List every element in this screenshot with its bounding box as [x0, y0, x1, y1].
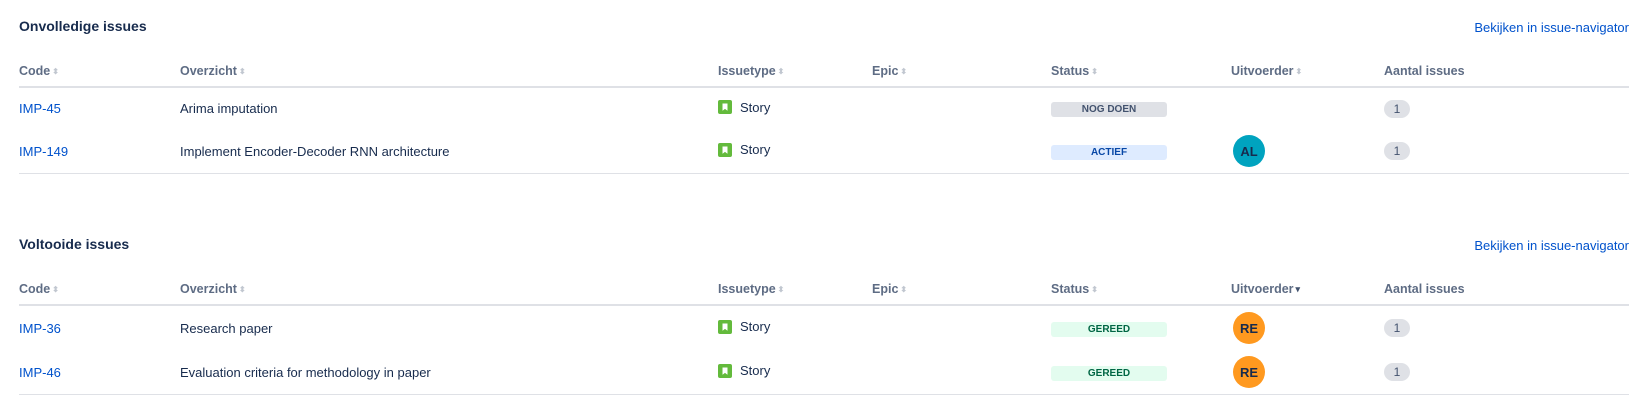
epic-cell — [872, 350, 1051, 395]
incomplete-issues-section: Onvolledige issues Bekijken in issue-nav… — [19, 0, 1629, 174]
sort-icon: ⬍ — [52, 67, 59, 77]
sort-icon: ⬍ — [777, 67, 785, 77]
issue-count-badge: 1 — [1384, 363, 1410, 381]
issues-table: Code ⬍ Overzicht ⬍ Issuetype ⬍ Epic ⬍ Status… — [19, 274, 1629, 395]
issuetype-label: Story — [740, 363, 771, 379]
column-header-epic[interactable]: Epic ⬍ — [872, 274, 1051, 306]
status-lozenge: GEREED — [1051, 321, 1167, 337]
epic-cell — [872, 87, 1051, 129]
avatar[interactable]: RE — [1233, 356, 1265, 388]
completed-issues-section: Voltooide issues Bekijken in issue-navig… — [19, 218, 1629, 395]
issuetype-label: Story — [740, 99, 771, 115]
status-lozenge: ACTIEF — [1051, 144, 1167, 160]
issues-table: Code ⬍ Overzicht ⬍ Issuetype ⬍ Epic ⬍ Status… — [19, 56, 1629, 174]
story-icon — [718, 319, 732, 334]
story-icon — [718, 363, 732, 378]
issue-count-badge: 1 — [1384, 319, 1410, 337]
column-header-status[interactable]: Status ⬍ — [1051, 56, 1231, 88]
story-icon — [718, 100, 732, 115]
issue-count-badge: 1 — [1384, 99, 1410, 118]
status-lozenge: GEREED — [1051, 365, 1167, 381]
column-header-code[interactable]: Code ⬍ — [19, 274, 180, 306]
sort-icon: ⬍ — [1091, 285, 1098, 295]
table-header-row: Code ⬍ Overzicht ⬍ Issuetype ⬍ Epic ⬍ Status… — [19, 274, 1629, 306]
sort-descending-icon: ▾ — [1295, 284, 1301, 295]
view-in-issue-navigator-link[interactable]: Bekijken in issue-navigator — [1474, 20, 1629, 35]
issue-summary: Arima imputation — [180, 101, 278, 116]
issuetype-label: Story — [740, 142, 771, 158]
table-header-row: Code ⬍ Overzicht ⬍ Issuetype ⬍ Epic ⬍ Status… — [19, 56, 1629, 88]
table-row: IMP-45 Arima imputation Story NOG DOEN 1 — [19, 87, 1629, 129]
sort-icon: ⬍ — [777, 285, 785, 295]
table-row: IMP-36 Research paper Story GEREED RE 1 — [19, 305, 1629, 350]
status-lozenge: NOG DOEN — [1051, 102, 1167, 117]
column-header-assignee[interactable]: Uitvoerder ⬍ — [1231, 56, 1384, 88]
issue-key-link[interactable]: IMP-149 — [19, 144, 68, 159]
column-header-issuetype[interactable]: Issuetype ⬍ — [718, 274, 872, 306]
column-header-code[interactable]: Code ⬍ — [19, 56, 180, 88]
avatar[interactable]: RE — [1233, 312, 1265, 344]
table-row: IMP-46 Evaluation criteria for methodolo… — [19, 350, 1629, 395]
column-header-status[interactable]: Status ⬍ — [1051, 274, 1231, 306]
issue-summary: Evaluation criteria for methodology in p… — [180, 350, 718, 395]
sort-icon: ⬍ — [52, 285, 59, 295]
issue-key-link[interactable]: IMP-36 — [19, 321, 61, 336]
issue-key-link[interactable]: IMP-45 — [19, 101, 61, 116]
avatar[interactable]: AL — [1233, 135, 1265, 167]
issue-key-link[interactable]: IMP-46 — [19, 365, 61, 380]
epic-cell — [872, 129, 1051, 174]
sort-icon: ⬍ — [1295, 67, 1303, 77]
sort-icon: ⬍ — [1091, 67, 1098, 77]
view-in-issue-navigator-link[interactable]: Bekijken in issue-navigator — [1474, 238, 1629, 253]
issue-count-badge: 1 — [1384, 142, 1410, 160]
section-header: Onvolledige issues Bekijken in issue-nav… — [19, 0, 1629, 56]
sort-icon: ⬍ — [238, 67, 246, 77]
issuetype-label: Story — [740, 319, 771, 335]
column-header-overview[interactable]: Overzicht ⬍ — [180, 56, 718, 88]
column-header-count: Aantal issues — [1384, 274, 1629, 306]
column-header-count: Aantal issues — [1384, 56, 1629, 88]
sort-icon: ⬍ — [900, 67, 908, 77]
section-header: Voltooide issues Bekijken in issue-navig… — [19, 218, 1629, 274]
assignee-cell — [1231, 87, 1384, 129]
story-icon — [718, 142, 732, 157]
issue-summary: Research paper — [180, 320, 273, 336]
section-title: Voltooide issues — [19, 236, 130, 252]
sort-icon: ⬍ — [900, 285, 908, 295]
column-header-assignee[interactable]: Uitvoerder ▾ — [1231, 274, 1384, 306]
epic-cell — [872, 305, 1051, 350]
table-row: IMP-149 Implement Encoder-Decoder RNN ar… — [19, 129, 1629, 174]
sort-icon: ⬍ — [238, 285, 246, 295]
column-header-epic[interactable]: Epic ⬍ — [872, 56, 1051, 88]
issue-summary: Implement Encoder-Decoder RNN architectu… — [180, 129, 718, 174]
column-header-overview[interactable]: Overzicht ⬍ — [180, 274, 718, 306]
column-header-issuetype[interactable]: Issuetype ⬍ — [718, 56, 872, 88]
section-title: Onvolledige issues — [19, 18, 147, 34]
